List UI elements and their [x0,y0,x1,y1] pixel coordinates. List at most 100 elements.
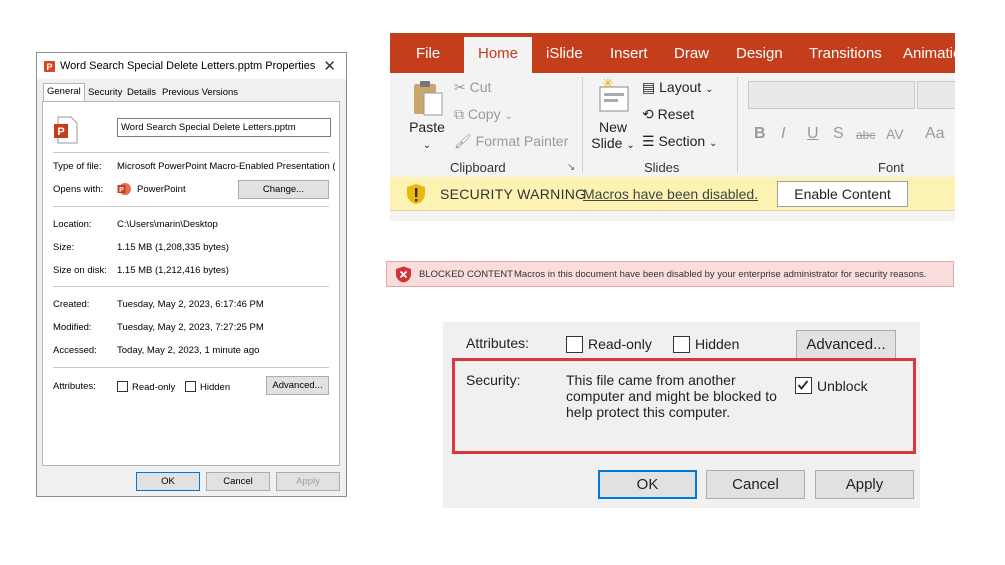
cancel-button[interactable]: Cancel [206,472,270,491]
readonly-checkbox[interactable] [566,336,583,353]
divider [53,206,329,207]
tab-islide[interactable]: iSlide [546,45,583,62]
security-message-line-1: This file came from another [566,372,736,388]
dialog-launcher-icon[interactable]: ↘ [567,162,575,173]
enable-content-button[interactable]: Enable Content [777,181,908,207]
cancel-button[interactable]: Cancel [706,470,805,499]
unblock-checkbox[interactable] [795,377,812,394]
shadow-button[interactable]: S [833,125,844,143]
hidden-label: Hidden [200,382,231,393]
blocked-content-title: BLOCKED CONTENT [419,269,513,280]
copy-button[interactable]: ⧉ Copy ⌄ [454,106,513,123]
chevron-down-icon: ⌄ [626,140,635,151]
shield-warning-icon [407,184,425,204]
svg-text:P: P [57,126,64,138]
hidden-label: Hidden [695,336,740,352]
dialog-title-bar: P Word Search Special Delete Letters.ppt… [37,53,346,79]
tab-security[interactable]: Security [85,85,125,101]
tab-animations[interactable]: Animatio [903,45,955,62]
font-name-dropdown[interactable] [748,81,915,109]
tab-details[interactable]: Details [124,85,159,101]
copy-icon: ⧉ [454,106,464,122]
size-on-disk-value: 1.15 MB (1,212,416 bytes) [117,265,229,276]
chevron-down-icon: ⌄ [504,111,513,122]
underline-button[interactable]: U [807,125,819,143]
security-message: This file came from another computer and… [566,372,777,420]
layout-button[interactable]: ▤ Layout ⌄ [642,79,713,96]
location-label: Location: [53,219,92,230]
tab-transitions[interactable]: Transitions [809,45,882,62]
dialog-title: Word Search Special Delete Letters.pptm … [60,60,316,72]
security-message-line-2: computer and might be blocked to [566,388,777,404]
readonly-checkbox[interactable] [117,381,128,392]
strikethrough-button[interactable]: abc [856,128,875,142]
type-label: Type of file: [53,161,102,172]
advanced-button[interactable]: Advanced... [266,376,329,395]
ok-button[interactable]: OK [136,472,200,491]
new-slide-icon: ✳ [599,77,629,112]
tab-previous-versions[interactable]: Previous Versions [159,85,241,101]
character-spacing-button[interactable]: AV [886,126,904,142]
readonly-label: Read-only [588,336,652,352]
security-warning-title: SECURITY WARNING [440,186,587,202]
reset-button[interactable]: ⟲ Reset [642,106,694,123]
zoomed-properties-panel: Attributes: Read-only Hidden Advanced...… [443,322,920,508]
security-warning-bar: SECURITY WARNING Macros have been disabl… [390,177,955,211]
new-slide-label-2: Slide [591,135,623,151]
ok-button[interactable]: OK [598,470,697,499]
security-label: Security: [466,372,521,388]
apply-button[interactable]: Apply [276,472,340,491]
change-case-button[interactable]: Aa [925,125,945,143]
new-slide-button[interactable]: New Slide ⌄ [590,119,636,154]
ribbon-tab-bar: File Home iSlide Insert Draw Design Tran… [390,33,955,73]
pptm-file-icon: P [54,116,78,144]
attributes-label: Attributes: [53,381,96,392]
tab-general[interactable]: General [43,83,85,102]
tab-insert[interactable]: Insert [610,45,648,62]
italic-button[interactable]: I [781,125,785,143]
scissors-icon: ✂ [454,79,466,95]
apply-button[interactable]: Apply [815,470,914,499]
format-painter-button[interactable]: 🖌 Format Painter [454,133,568,150]
modified-value: Tuesday, May 2, 2023, 7:27:25 PM [117,322,264,333]
readonly-label: Read-only [132,382,176,393]
security-message-line-3: help protect this computer. [566,404,731,420]
brush-icon: 🖌 [454,133,472,149]
close-icon[interactable]: ✕ [323,57,336,75]
blocked-content-bar: BLOCKED CONTENT Macros in this document … [386,261,954,287]
bold-button[interactable]: B [754,125,766,143]
unblock-label: Unblock [817,378,868,394]
divider [53,152,329,153]
font-size-dropdown[interactable] [917,81,955,109]
new-slide-label-1: New [598,119,627,135]
tab-draw[interactable]: Draw [674,45,709,62]
attributes-label: Attributes: [466,335,530,351]
section-label: Section [658,133,706,149]
location-value: C:\Users\marin\Desktop [117,219,218,230]
advanced-button[interactable]: Advanced... [796,330,896,359]
change-button[interactable]: Change... [238,180,329,199]
tab-design[interactable]: Design [736,45,783,62]
clipboard-group-label: Clipboard [450,160,506,175]
reset-icon: ⟲ [642,106,654,122]
error-shield-icon [396,266,411,283]
svg-text:P: P [46,62,52,72]
cut-button[interactable]: ✂ Cut [454,79,491,96]
macros-disabled-link[interactable]: Macros have been disabled. [583,186,758,202]
section-button[interactable]: ☰ Section ⌄ [642,133,717,150]
paste-button[interactable]: Paste ⌄ [406,119,448,154]
powerpoint-icon: P [117,183,131,195]
tab-home[interactable]: Home [464,37,533,73]
file-name-input[interactable]: Word Search Special Delete Letters.pptm [117,118,331,137]
divider [53,286,329,287]
chevron-down-icon: ⌄ [709,138,718,149]
group-divider [582,77,583,173]
svg-text:✳: ✳ [602,77,614,92]
hidden-checkbox[interactable] [673,336,690,353]
tab-file[interactable]: File [416,45,440,62]
opens-with-label: Opens with: [53,184,104,195]
size-value: 1.15 MB (1,208,335 bytes) [117,242,229,253]
hidden-checkbox[interactable] [185,381,196,392]
powerpoint-file-icon: P [44,61,55,72]
font-group-label: Font [878,160,905,175]
